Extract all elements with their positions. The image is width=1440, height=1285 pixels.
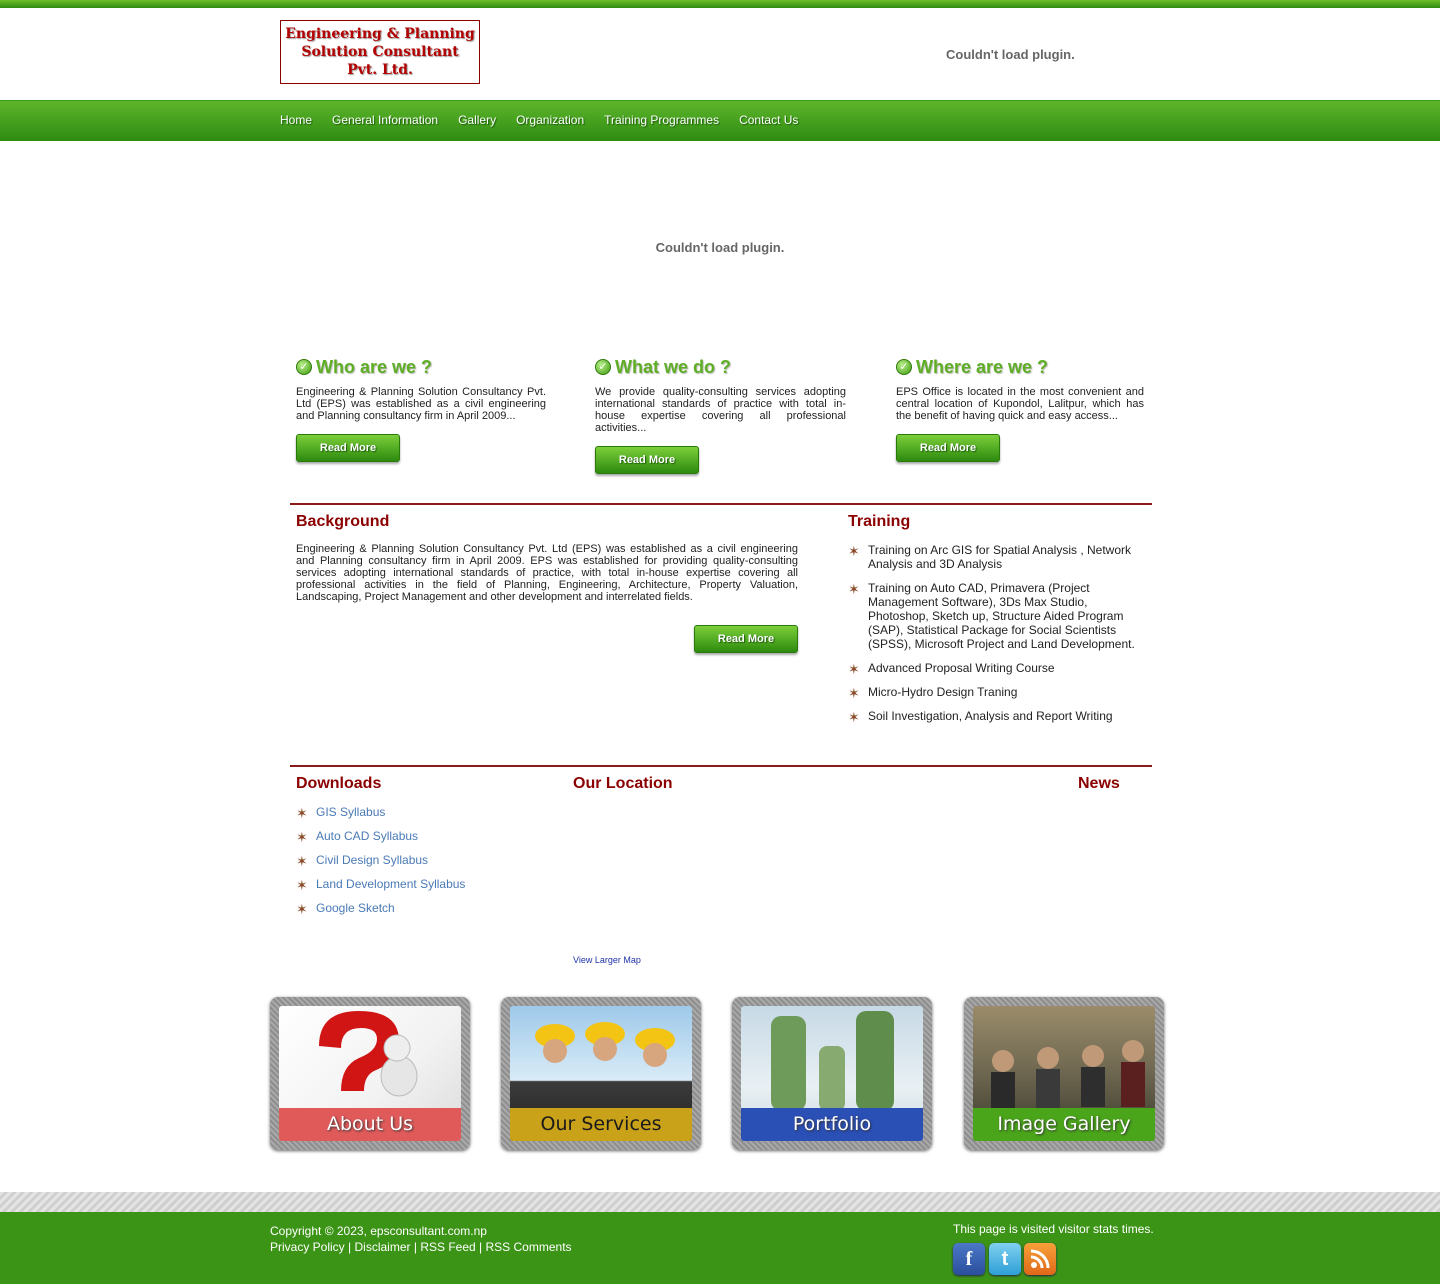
card-image-gallery-label: Image Gallery [973,1108,1155,1141]
intro-what-text: We provide quality-consulting services a… [595,386,846,434]
disclaimer-link[interactable]: Disclaimer [355,1240,411,1254]
downloads-list: ✶ GIS Syllabus ✶ Auto CAD Syllabus ✶ Civil … [296,805,536,925]
intro-who: ✓ Who are we ? Engineering & Planning Sol… [296,355,546,462]
check-icon: ✓ [896,359,912,375]
star-bullet-icon: ✶ [848,709,860,725]
training-heading: Training [848,513,911,530]
intro-who-title: Who are we ? [316,356,433,377]
card-portfolio-label: Portfolio [741,1108,923,1141]
logo-line-2: Solution Consultant [301,44,459,60]
facebook-icon[interactable]: f [953,1243,985,1275]
footer-separator: | [479,1240,483,1254]
download-link-google-sketch[interactable]: ✶ Google Sketch [296,901,536,917]
nav-item-general-information[interactable]: General Information [332,113,438,127]
card-about-us-label: About Us [279,1108,461,1141]
rss-comments-link[interactable]: RSS Comments [486,1240,572,1254]
section-divider [290,765,1152,767]
list-item: ✶ Soil Investigation, Analysis and Report… [848,709,1113,725]
card-our-services[interactable]: Our Services [501,997,701,1150]
visitor-counter-suffix: times. [1121,1222,1154,1236]
footer-separator: | [348,1240,352,1254]
background-text: Engineering & Planning Solution Consulta… [296,543,798,603]
star-bullet-icon: ✶ [296,853,308,869]
footer-separator: | [413,1240,417,1254]
intro-where-read-more-button[interactable]: Read More [896,434,1000,462]
list-item: ✶ Advanced Proposal Writing Course [848,661,1055,677]
rss-icon[interactable] [1024,1243,1056,1275]
list-item: ✶ Training on Auto CAD, Primavera (Projec… [848,581,1135,651]
check-icon: ✓ [595,359,611,375]
star-bullet-icon: ✶ [296,805,308,821]
download-link-gis-syllabus[interactable]: ✶ GIS Syllabus [296,805,536,821]
card-about-us[interactable]: About Us [270,997,470,1150]
background-read-more-button[interactable]: Read More [694,625,798,653]
intro-where-title: Where are we ? [916,356,1049,377]
visitor-stats-image-alt: visitor stats [1058,1222,1119,1236]
intro-what-read-more-button[interactable]: Read More [595,446,699,474]
star-bullet-icon: ✶ [296,829,308,845]
nav-item-home[interactable]: Home [280,113,312,127]
intro-who-text: Engineering & Planning Solution Consulta… [296,386,546,422]
download-link-civil-design-syllabus[interactable]: ✶ Civil Design Syllabus [296,853,536,869]
intro-what: ✓ What we do ? We provide quality-consult… [595,355,846,474]
copyright-text: Copyright © 2023, epsconsultant.com.np [270,1224,487,1238]
top-accent-bar [0,0,1440,8]
visitor-counter: This page is visited visitor stats times… [953,1222,1154,1236]
download-link-land-development-syllabus[interactable]: ✶ Land Development Syllabus [296,877,536,893]
section-divider [290,503,1152,505]
downloads-heading: Downloads [296,775,382,792]
nav-item-organization[interactable]: Organization [516,113,584,127]
site-logo[interactable]: Engineering & Planning Solution Consulta… [280,20,480,84]
star-bullet-icon: ✶ [296,877,308,893]
rss-feed-link[interactable]: RSS Feed [420,1240,475,1254]
list-item: ✶ Training on Arc GIS for Spatial Analysi… [848,543,1131,571]
intro-where-text: EPS Office is located in the most conven… [896,386,1144,422]
star-bullet-icon: ✶ [848,661,860,677]
header-plugin-placeholder: Couldn't load plugin. [946,47,1075,62]
download-link-auto-cad-syllabus[interactable]: ✶ Auto CAD Syllabus [296,829,536,845]
nav-item-training-programmes[interactable]: Training Programmes [604,113,719,127]
card-image-gallery[interactable]: Image Gallery [964,997,1164,1150]
nav-item-contact-us[interactable]: Contact Us [739,113,798,127]
intro-who-read-more-button[interactable]: Read More [296,434,400,462]
nav-item-gallery[interactable]: Gallery [458,113,496,127]
check-icon: ✓ [296,359,312,375]
visitor-counter-prefix: This page is visited [953,1222,1056,1236]
star-bullet-icon: ✶ [848,581,860,597]
background-heading: Background [296,513,390,530]
star-bullet-icon: ✶ [848,543,860,559]
intro-where: ✓ Where are we ? EPS Office is located in… [896,355,1144,462]
banner-plugin-placeholder: Couldn't load plugin. [655,240,785,255]
logo-line-1: Engineering & Planning [285,26,475,42]
logo-line-3: Pvt. Ltd. [347,62,413,78]
location-heading: Our Location [573,775,673,792]
view-larger-map-link[interactable]: View Larger Map [573,955,641,965]
news-heading: News [1078,775,1120,792]
training-list: ✶ Training on Arc GIS for Spatial Analysi… [848,543,1148,733]
rss-feed-glyph-icon [1030,1249,1050,1269]
intro-what-title: What we do ? [615,356,731,377]
privacy-policy-link[interactable]: Privacy Policy [270,1240,345,1254]
twitter-icon[interactable]: t [989,1243,1021,1275]
card-our-services-label: Our Services [510,1108,692,1141]
footer-stripe [0,1192,1440,1212]
star-bullet-icon: ✶ [848,685,860,701]
footer: Copyright © 2023, epsconsultant.com.np P… [0,1212,1440,1284]
main-nav: Home General Information Gallery Organiz… [0,101,1440,141]
list-item: ✶ Micro-Hydro Design Traning [848,685,1018,701]
card-portfolio[interactable]: Portfolio [732,997,932,1150]
star-bullet-icon: ✶ [296,901,308,917]
